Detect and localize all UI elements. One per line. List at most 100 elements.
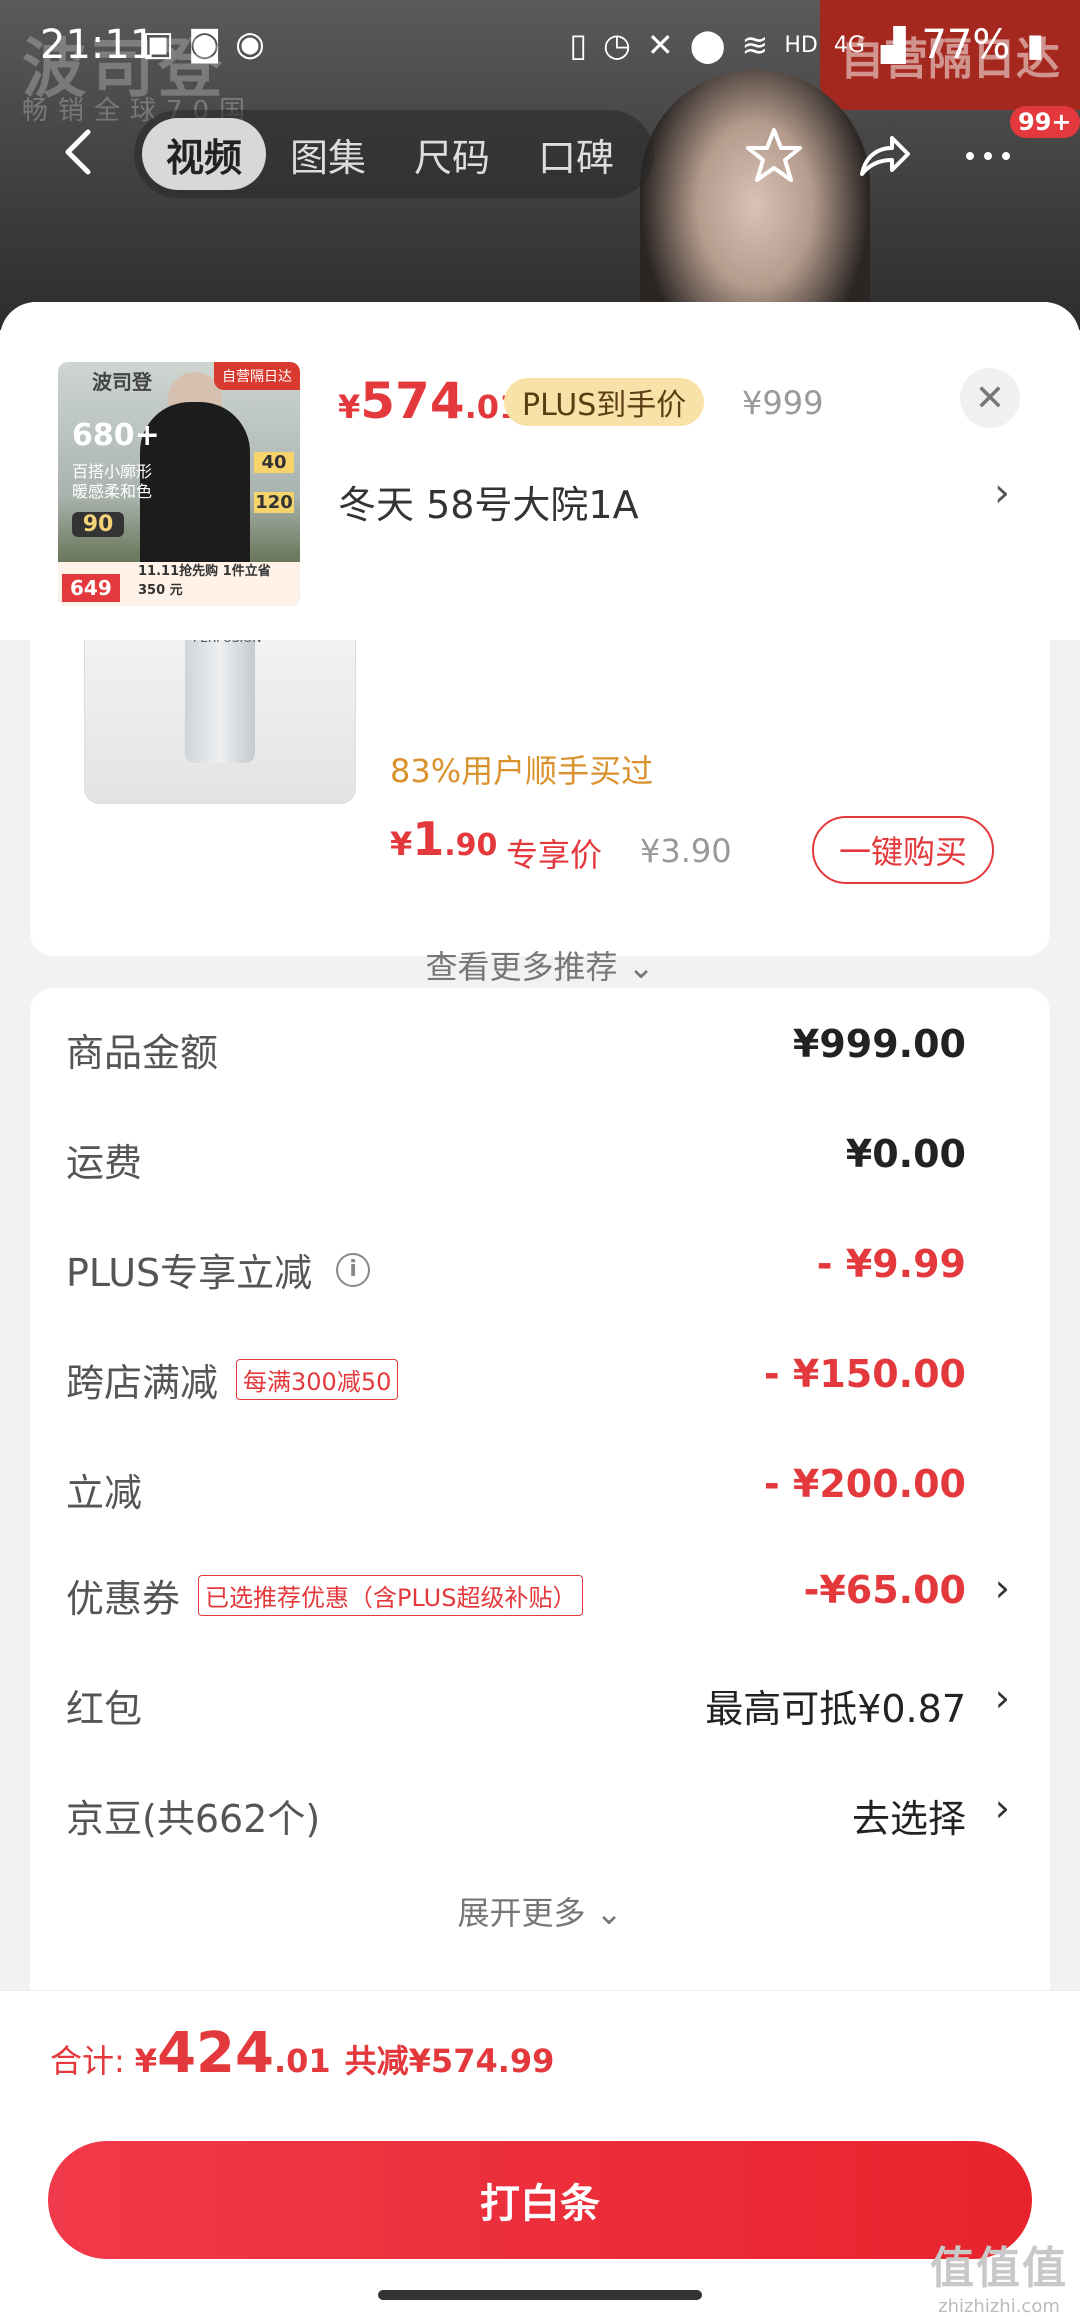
product-header: 波司登 自营隔日达 680+ 百搭小廓形 暖感柔和色 90 40 120 649… — [0, 302, 1080, 640]
price-integer: 574 — [360, 372, 465, 430]
status-bar: 21:11 ▣ ◙ ◉ ▯ ◷ ✕ ⬤ ≋ HD 4G ▟ 77% ▮ — [0, 0, 1080, 96]
thumb-brand: 波司登 — [92, 370, 152, 394]
tab-video[interactable]: 视频 — [142, 118, 267, 190]
thumb-big-number: 680+ — [72, 418, 160, 453]
row-label-text: PLUS专享立减 — [66, 1251, 313, 1295]
battery-saver-icon: ▯ — [569, 26, 587, 64]
bought-together-text: 83%用户顺手买过 — [390, 752, 654, 790]
tab-size[interactable]: 尺码 — [390, 118, 514, 190]
status-time: 21:11 — [40, 22, 156, 68]
total-amount: 合计: ¥ 424 .01 共减¥574.99 — [50, 2021, 554, 2086]
thumb-fill: 90 — [72, 512, 124, 537]
location-icon: ⬤ — [689, 26, 726, 64]
gallery-icon: ▣ — [142, 24, 175, 64]
checkout-footer: 合计: ¥ 424 .01 共减¥574.99 打白条 — [0, 1990, 1080, 2317]
price-currency: ¥ — [338, 388, 361, 426]
row-label: 优惠券 已选推荐优惠（含PLUS超级补贴） — [66, 1568, 584, 1623]
wifi-icon: ≋ — [741, 26, 769, 64]
row-value: 最高可抵¥0.87 — [705, 1687, 966, 1731]
thumb-price1: 40 — [254, 452, 294, 473]
chevron-right-icon[interactable]: › — [994, 470, 1010, 516]
row-value: 去选择 — [851, 1797, 966, 1841]
app-notification-icon: ◉ — [235, 24, 265, 64]
recommend-original-price: ¥3.90 — [640, 832, 732, 870]
status-notification-icons: ▣ ◙ ◉ — [142, 24, 265, 64]
rec-price-integer: 1 — [412, 812, 445, 866]
battery-percent: 77% — [921, 22, 1011, 68]
signal-icon: ▟ — [880, 26, 906, 64]
row-cross-store-discount: 跨店满减 每满300减50 - ¥150.00 — [30, 1338, 1050, 1418]
share-icon[interactable] — [852, 124, 916, 188]
amount-breakdown-card: 商品金额 ¥999.00 运费 ¥0.00 PLUS专享立减 i - ¥9.99… — [30, 988, 1050, 2088]
row-label: 红包 — [66, 1687, 143, 1731]
row-label: 商品金额 — [66, 1031, 219, 1075]
total-decimal: .01 — [273, 2042, 331, 2080]
thumb-line2: 暖感柔和色 — [72, 482, 153, 501]
home-indicator[interactable] — [378, 2290, 702, 2300]
total-currency: ¥ — [134, 2042, 158, 2080]
thumb-bottom-text: 11.11抢先购 1件立省 350 元 — [138, 564, 271, 598]
row-value: - ¥9.99 — [816, 1242, 966, 1286]
row-value: - ¥150.00 — [763, 1352, 966, 1396]
status-system-icons: ▯ ◷ ✕ ⬤ ≋ HD 4G ▟ 77% ▮ — [569, 22, 1044, 68]
thumb-tag: 自营隔日达 — [214, 362, 300, 390]
chevron-right-icon[interactable]: › — [995, 1786, 1010, 1830]
row-red-packet[interactable]: 红包 最高可抵¥0.87 › — [30, 1664, 1050, 1744]
info-icon[interactable]: i — [336, 1252, 371, 1287]
tab-reviews[interactable]: 口碑 — [514, 118, 638, 190]
row-value: ¥999.00 — [792, 1022, 966, 1066]
row-instant-discount: 立减 - ¥200.00 — [30, 1448, 1050, 1528]
exclusive-price-label: 专享价 — [506, 836, 603, 874]
chevron-right-icon[interactable]: › — [995, 1676, 1010, 1720]
thumb-price2: 120 — [254, 492, 294, 513]
watermark-logo-text: 值值值 — [930, 2243, 1068, 2294]
close-icon[interactable]: ✕ — [960, 368, 1020, 428]
discount-tag: 每满300减50 — [236, 1359, 399, 1400]
row-label-text: 优惠券 — [66, 1577, 181, 1621]
top-navigation: 视频 图集 尺码 口碑 99+ — [0, 100, 1080, 210]
expand-more-link[interactable]: 展开更多 ⌄ — [30, 1888, 1050, 1934]
row-label-text: 跨店满减 — [66, 1361, 219, 1405]
row-goods-amount: 商品金额 ¥999.00 — [30, 1008, 1050, 1088]
row-label: 立减 — [66, 1471, 143, 1515]
back-arrow-icon[interactable] — [50, 122, 110, 182]
one-click-buy-button[interactable]: 一键购买 — [812, 816, 994, 884]
more-icon[interactable] — [956, 124, 1020, 188]
tab-gallery[interactable]: 图集 — [266, 118, 390, 190]
selected-spec[interactable]: 冬天 58号大院1A — [338, 474, 639, 529]
original-price: ¥999 — [742, 384, 824, 422]
recommend-price: ¥1.90 — [390, 812, 497, 866]
plus-price-tag: PLUS到手价 — [504, 378, 705, 426]
product-thumbnail: 波司登 自营隔日达 680+ 百搭小廓形 暖感柔和色 90 40 120 649… — [58, 362, 300, 606]
network-label: 4G — [833, 32, 865, 58]
rec-price-decimal: .90 — [444, 828, 498, 863]
site-watermark: 值值值 zhizhizhi.com — [930, 2232, 1068, 2317]
total-integer: 424 — [157, 2021, 274, 2086]
battery-icon: ▮ — [1026, 26, 1044, 64]
row-shipping: 运费 ¥0.00 — [30, 1118, 1050, 1198]
rec-price-currency: ¥ — [390, 825, 413, 863]
watermark-url: zhizhizhi.com — [938, 2296, 1060, 2317]
row-jd-beans[interactable]: 京豆(共662个) 去选择 › — [30, 1774, 1050, 1854]
row-value: -¥65.00 — [803, 1568, 966, 1612]
pay-with-baitiao-button[interactable]: 打白条 — [48, 2141, 1032, 2259]
row-label: 京豆(共662个) — [66, 1797, 321, 1841]
row-value: - ¥200.00 — [763, 1462, 966, 1506]
media-tabs: 视频 图集 尺码 口碑 — [134, 110, 654, 198]
mute-icon: ✕ — [646, 26, 674, 64]
product-price: ¥574.01 — [338, 372, 521, 430]
coupon-tag: 已选推荐优惠（含PLUS超级补贴） — [198, 1575, 584, 1616]
row-label: PLUS专享立减 i — [66, 1242, 371, 1297]
row-value: ¥0.00 — [845, 1132, 966, 1176]
row-plus-discount: PLUS专享立减 i - ¥9.99 — [30, 1228, 1050, 1308]
alarm-icon: ◷ — [602, 26, 631, 64]
see-more-recommendations[interactable]: 查看更多推荐 ⌄ — [30, 942, 1050, 988]
star-icon[interactable] — [742, 124, 806, 188]
row-label: 运费 — [66, 1141, 143, 1185]
total-label: 合计: — [50, 2042, 125, 2080]
shopping-bag-icon: ◙ — [188, 24, 222, 64]
thumb-sale-price: 649 — [62, 574, 120, 602]
recommend-product-image[interactable]: PERFUSION — [84, 622, 356, 804]
row-coupon[interactable]: 优惠券 已选推荐优惠（含PLUS超级补贴） -¥65.00 › — [30, 1554, 1050, 1634]
chevron-right-icon[interactable]: › — [995, 1566, 1010, 1610]
